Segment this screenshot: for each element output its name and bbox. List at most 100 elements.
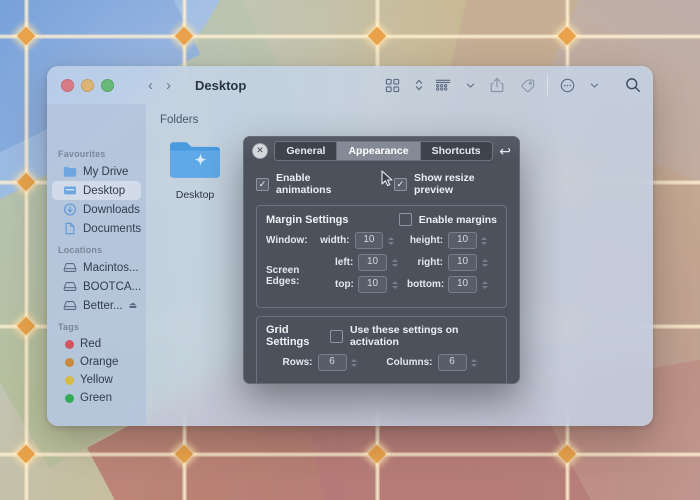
width-label: width:	[320, 235, 350, 246]
edge-bottom-stepper[interactable]	[480, 277, 489, 293]
folder-icon	[63, 166, 77, 177]
window-label: Window:	[266, 235, 308, 246]
preferences-body: ✓ Enable animations ✓ Show resize previe…	[244, 164, 519, 383]
chevron-down-icon[interactable]	[590, 82, 599, 89]
share-button[interactable]	[490, 77, 504, 93]
desktop-icon	[64, 186, 76, 195]
sidebar-item-label: Orange	[80, 356, 119, 368]
window-height-input[interactable]: 10	[448, 232, 477, 249]
edge-right-stepper[interactable]	[480, 255, 489, 271]
show-resize-preview-label: Show resize preview	[413, 172, 475, 196]
sidebar-item-label: Macintos...	[83, 261, 139, 274]
finder-toolbar: ‹ › Desktop	[47, 66, 653, 104]
columns-label: Columns:	[386, 357, 433, 368]
eject-icon[interactable]: ⏏	[129, 300, 141, 311]
navigation-arrows[interactable]: ‹ ›	[148, 78, 171, 93]
sidebar-item-bootcamp[interactable]: BOOTCA...	[52, 277, 141, 296]
zoom-window-button[interactable]	[101, 78, 114, 92]
sidebar-item-label: Red	[80, 338, 102, 350]
sidebar-item-better[interactable]: Better... ⏏	[52, 296, 141, 315]
sidebar-item-tag-orange[interactable]: Orange	[52, 353, 141, 371]
window-width-stepper[interactable]	[386, 233, 395, 249]
grid-settings-group: Grid Settings Use these settings on acti…	[256, 316, 507, 383]
search-button[interactable]	[625, 77, 641, 93]
breadcrumb: Desktop	[195, 77, 247, 93]
edge-top-input[interactable]: 10	[358, 276, 387, 293]
forward-button[interactable]: ›	[166, 78, 171, 93]
wallpaper-gridline-h4	[0, 452, 700, 457]
enable-margins-checkbox[interactable]	[398, 213, 412, 226]
preferences-dialog[interactable]: ✕ General Appearance Shortcuts ↩ ✓ Enabl…	[243, 136, 520, 384]
minimize-window-button[interactable]	[81, 78, 94, 92]
tag-dot-icon	[65, 357, 74, 367]
sidebar-item-tag-green[interactable]: Green	[52, 389, 141, 407]
chevron-down-icon[interactable]	[466, 82, 475, 89]
edge-left-stepper[interactable]	[390, 255, 399, 271]
sidebar-item-my-drive[interactable]: My Drive	[52, 162, 141, 181]
sidebar-item-desktop[interactable]: Desktop	[52, 181, 141, 200]
grid-rows-columns-row: Rows: 6 Columns: 6	[266, 354, 497, 371]
height-label: height:	[409, 235, 444, 246]
disk-icon	[63, 282, 77, 291]
edge-right-input[interactable]: 10	[448, 254, 477, 271]
tag-button[interactable]	[519, 78, 535, 93]
sidebar-item-label: Desktop	[83, 184, 126, 197]
window-margin-row: Window: width: 10 height: 10	[266, 232, 497, 249]
edge-bottom-input[interactable]: 10	[448, 276, 477, 293]
screen-edges-left-right-row: left: 10 right: 10	[335, 254, 497, 271]
margin-settings-header: Margin Settings Enable margins	[266, 213, 497, 226]
tab-appearance[interactable]: Appearance	[337, 141, 421, 160]
more-actions-button[interactable]	[560, 78, 575, 93]
close-dialog-button[interactable]: ✕	[252, 142, 268, 159]
enable-margins-label: Enable margins	[418, 213, 497, 226]
close-window-button[interactable]	[61, 78, 74, 92]
tag-dot-icon	[65, 339, 74, 349]
back-button[interactable]: ‹	[148, 78, 153, 93]
wallpaper-gridline-v1	[24, 0, 29, 500]
edge-top-stepper[interactable]	[390, 277, 399, 293]
margin-settings-title: Margin Settings	[266, 213, 349, 226]
screen-edges-top-bottom-row: top: 10 bottom: 10	[335, 276, 497, 293]
sidebar-item-macintosh[interactable]: Macintos...	[52, 258, 141, 277]
content-group-header: Folders	[160, 114, 199, 126]
window-height-stepper[interactable]	[480, 233, 489, 249]
sidebar-item-downloads[interactable]: Downloads	[52, 200, 141, 219]
window-controls[interactable]	[59, 78, 136, 92]
toolbar-action-group	[435, 77, 535, 93]
sidebar-item-label: My Drive	[83, 165, 129, 178]
tag-dot-icon	[65, 375, 74, 385]
grid-rows-stepper[interactable]	[350, 355, 359, 371]
top-label: top:	[335, 279, 354, 290]
wallpaper-gridline-h1	[0, 34, 700, 39]
icon-view-button[interactable]	[385, 78, 400, 93]
show-resize-preview-checkbox[interactable]: ✓	[393, 177, 407, 191]
use-on-activation-label: Use these settings on activation	[349, 324, 459, 348]
folder-icon	[170, 142, 220, 178]
sidebar-item-label: Downloads	[83, 203, 140, 216]
toolbar-more-group	[560, 78, 599, 93]
sidebar-item-documents[interactable]: Documents	[52, 219, 141, 238]
undo-button[interactable]: ↩	[499, 144, 511, 158]
grid-rows-input[interactable]: 6	[317, 354, 347, 371]
tab-shortcuts[interactable]: Shortcuts	[420, 141, 492, 160]
file-item-desktop[interactable]: Desktop	[164, 136, 226, 201]
sidebar-item-tag-red[interactable]: Red	[52, 335, 141, 353]
sidebar-section-title: Tags	[58, 322, 80, 332]
view-stepper-icon[interactable]	[415, 78, 423, 92]
sidebar-item-tag-yellow[interactable]: Yellow	[52, 371, 141, 389]
enable-animations-checkbox[interactable]: ✓	[256, 177, 269, 191]
toolbar-view-group	[385, 78, 423, 93]
window-width-input[interactable]: 10	[354, 232, 384, 249]
use-on-activation-checkbox[interactable]	[329, 329, 343, 343]
sidebar-item-label: Better...	[83, 299, 123, 312]
screen-edges-label: Screen Edges:	[266, 265, 300, 287]
grid-columns-stepper[interactable]	[470, 355, 479, 371]
tab-general[interactable]: General	[275, 141, 338, 160]
left-label: left:	[335, 257, 354, 268]
edge-left-input[interactable]: 10	[358, 254, 387, 271]
grid-columns-input[interactable]: 6	[437, 354, 467, 371]
group-by-button[interactable]	[435, 78, 451, 93]
screen-edges-rows: left: 10 right: 10 top: 10 bottom: 10	[335, 254, 497, 298]
bottom-label: bottom:	[407, 279, 445, 290]
file-item-label: Desktop	[175, 189, 215, 201]
